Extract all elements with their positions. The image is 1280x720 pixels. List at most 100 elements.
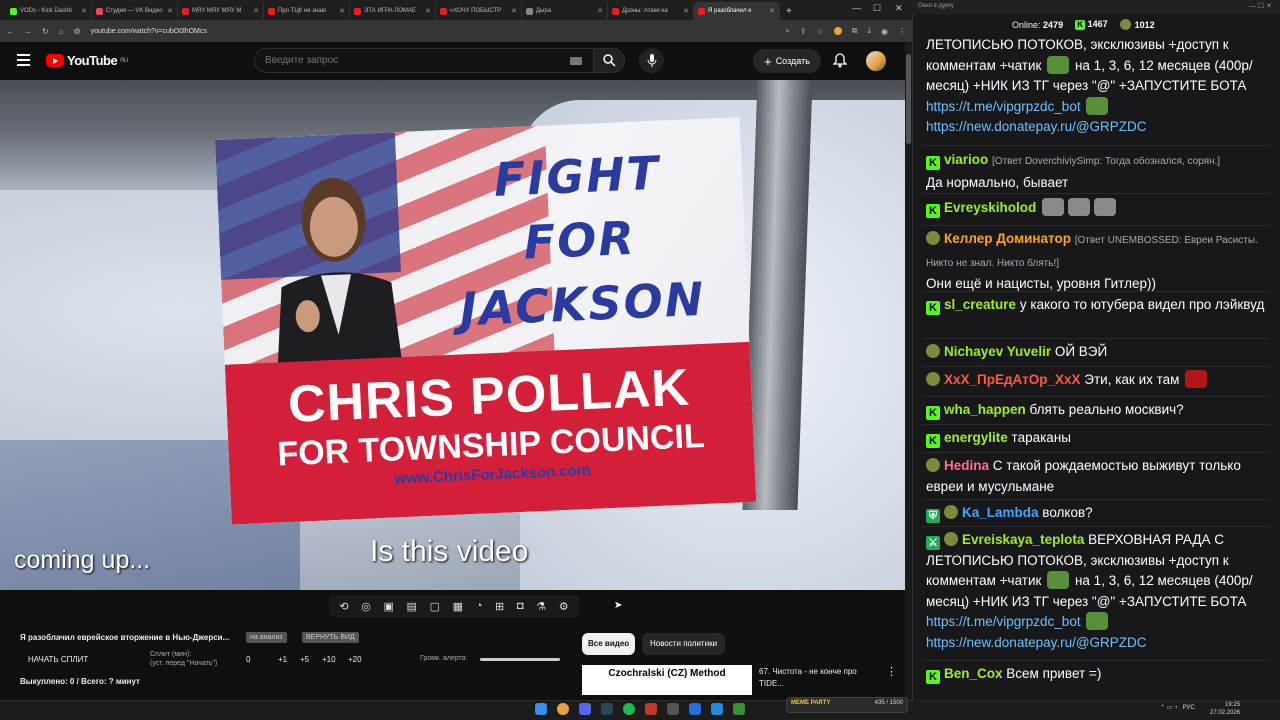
chat-username[interactable]: Evreiskaya_teplota bbox=[962, 532, 1084, 547]
chat-window-controls[interactable]: — ☐ ✕ bbox=[1249, 2, 1272, 10]
discord-icon[interactable] bbox=[579, 703, 591, 715]
chat-username[interactable]: energylite bbox=[944, 430, 1008, 445]
app-icon[interactable] bbox=[667, 703, 679, 715]
share-icon[interactable]: ⇪ bbox=[800, 27, 807, 36]
app-icon[interactable] bbox=[733, 703, 745, 715]
spotify-icon[interactable] bbox=[623, 703, 635, 715]
site-info-icon[interactable]: ⚙ bbox=[74, 27, 81, 36]
chat-username[interactable]: Келлер Доминатор bbox=[944, 231, 1071, 246]
message-link[interactable]: https://new.donatepay.ru/@GRPZDC bbox=[926, 119, 1147, 134]
close-icon[interactable]: ✕ bbox=[425, 7, 431, 15]
search-button[interactable] bbox=[593, 48, 625, 73]
chat-username[interactable]: XxX_ПрЕдАтОр_XxX bbox=[944, 372, 1081, 387]
chat-username[interactable]: Hedina bbox=[944, 458, 989, 473]
browser-tab-active[interactable]: Я разоблачил е ✕ bbox=[694, 2, 780, 20]
speed-icon[interactable]: ◔ bbox=[476, 600, 483, 612]
close-icon[interactable]: ✕ bbox=[597, 7, 603, 15]
filter-chip-politics[interactable]: Новости политики bbox=[642, 633, 726, 655]
browser-tab[interactable]: Дыра ✕ bbox=[522, 2, 608, 20]
telegram-icon[interactable] bbox=[711, 703, 723, 715]
browser-tab[interactable]: Про ТЦК не знаю ✕ bbox=[264, 2, 350, 20]
film-icon[interactable]: ▤ bbox=[407, 600, 417, 613]
recommended-menu-button[interactable]: ⋮ bbox=[886, 665, 897, 678]
close-icon[interactable]: ✕ bbox=[167, 7, 173, 15]
split-add-10-button[interactable]: +10 bbox=[322, 655, 336, 664]
profile-icon[interactable]: ◉ bbox=[881, 27, 888, 36]
window-close-button[interactable]: ✕ bbox=[895, 3, 903, 14]
grid-icon[interactable]: ▦ bbox=[453, 600, 463, 613]
notifications-bell-icon[interactable] bbox=[832, 53, 848, 73]
browser-tab[interactable]: Студия — VK Видео ✕ bbox=[92, 2, 178, 20]
add-icon[interactable]: ⊞ bbox=[495, 600, 504, 613]
split-add-5-button[interactable]: +5 bbox=[300, 655, 309, 664]
recommended-thumbnail[interactable]: Czochralski (CZ) Method bbox=[582, 665, 752, 695]
restore-view-chip[interactable]: ВЕРНУТЬ ВИД bbox=[302, 632, 359, 643]
close-icon[interactable]: ✕ bbox=[339, 7, 345, 15]
browser-tab[interactable]: Дроны: Атаки на ✕ bbox=[608, 2, 694, 20]
browser-tab[interactable]: VODs - Kick Dashb ✕ bbox=[6, 2, 92, 20]
tray-chevron-icon[interactable]: ⌃ bbox=[1160, 705, 1165, 711]
browser-tab[interactable]: ЭТА ИГРА ЛОМАЕ ✕ bbox=[350, 2, 436, 20]
menu-dots-icon[interactable]: ⋮ bbox=[898, 27, 906, 36]
close-icon[interactable]: ✕ bbox=[511, 7, 517, 15]
app-icon[interactable] bbox=[689, 703, 701, 715]
chat-username[interactable]: Nichayev Yuvelir bbox=[944, 344, 1051, 359]
zoom-icon[interactable]: ⌕ bbox=[785, 26, 789, 36]
back-icon[interactable]: ← bbox=[6, 27, 14, 36]
keyboard-icon[interactable] bbox=[570, 57, 582, 65]
youtube-logo[interactable]: YouTube RU bbox=[46, 53, 128, 68]
search-input[interactable] bbox=[254, 48, 594, 73]
meme-party-widget[interactable]: MEME PARTY 435 / 1500 bbox=[786, 697, 908, 713]
system-tray[interactable]: ⌃ ▭ ◔ РУС bbox=[1160, 704, 1195, 711]
bookmark-star-icon[interactable]: ☆ bbox=[817, 27, 824, 36]
chat-username[interactable]: Evreyskiholod bbox=[944, 200, 1036, 215]
split-add-20-button[interactable]: +20 bbox=[348, 655, 362, 664]
chat-username[interactable]: viarioo bbox=[944, 152, 988, 167]
browser-tab[interactable]: MЯУ MЯУ MЯУ M ✕ bbox=[178, 2, 264, 20]
create-button[interactable]: + Создать bbox=[753, 49, 821, 73]
chrome-icon[interactable] bbox=[557, 703, 569, 715]
close-icon[interactable]: ✕ bbox=[253, 7, 259, 15]
message-link[interactable]: https://t.me/vipgrpzdc_bot bbox=[926, 99, 1081, 114]
loop-icon[interactable]: ⟲ bbox=[339, 600, 348, 613]
close-icon[interactable]: ✕ bbox=[769, 7, 775, 15]
video-player[interactable]: FIGHT FOR JACKSON CHRIS POLLAK FOR TOWNS… bbox=[0, 80, 905, 590]
home-icon[interactable]: ⌂ bbox=[59, 27, 64, 36]
voice-search-button[interactable] bbox=[639, 48, 664, 73]
extension-icon[interactable] bbox=[833, 27, 842, 35]
analysis-chip[interactable]: на анализ bbox=[246, 632, 287, 643]
app-icon[interactable] bbox=[645, 703, 657, 715]
split-add-1-button[interactable]: +1 bbox=[278, 655, 287, 664]
screenshot-icon[interactable]: ◘ bbox=[517, 600, 524, 612]
start-split-button[interactable]: НАЧАТЬ СПЛИТ bbox=[28, 655, 88, 664]
reload-icon[interactable]: ↻ bbox=[42, 27, 49, 36]
browser-tab[interactable]: «ХОЧУ ПОБЫСТР ✕ bbox=[436, 2, 522, 20]
chat-username[interactable]: sl_creature bbox=[944, 297, 1016, 312]
pip-icon[interactable]: ▣ bbox=[383, 600, 393, 613]
filter-chip-all[interactable]: Все видео bbox=[582, 633, 636, 655]
recommended-title[interactable]: 67. Чистота - не конче про TIDE... bbox=[759, 666, 879, 690]
chat-username[interactable]: Ben_Cox bbox=[944, 666, 1003, 681]
filter-icon[interactable]: ⚗ bbox=[536, 600, 546, 613]
chat-username[interactable]: Ka_Lambda bbox=[962, 505, 1039, 520]
system-clock[interactable]: 19:25 27.02.2026 bbox=[1210, 701, 1240, 717]
hamburger-menu-icon[interactable] bbox=[17, 54, 30, 66]
forward-icon[interactable]: → bbox=[24, 27, 32, 36]
avatar[interactable] bbox=[866, 51, 886, 71]
chat-username[interactable]: wha_happen bbox=[944, 402, 1026, 417]
new-tab-button[interactable]: + bbox=[786, 6, 792, 17]
close-icon[interactable]: ✕ bbox=[81, 7, 87, 15]
windows-start-icon[interactable] bbox=[535, 703, 547, 715]
extensions-icon[interactable]: ⧉ bbox=[852, 26, 858, 36]
alert-volume-slider[interactable] bbox=[480, 658, 560, 661]
download-icon[interactable]: ⤓ bbox=[867, 26, 871, 36]
minimize-button[interactable]: — bbox=[852, 3, 861, 13]
close-icon[interactable]: ✕ bbox=[683, 7, 689, 15]
input-language[interactable]: РУС bbox=[1183, 705, 1195, 711]
scrollbar-thumb[interactable] bbox=[906, 54, 911, 144]
audio-icon[interactable]: ◎ bbox=[361, 600, 371, 613]
settings-gear-icon[interactable]: ⚙ bbox=[559, 600, 569, 613]
frame-icon[interactable]: ▢ bbox=[430, 600, 440, 613]
maximize-button[interactable]: ☐ bbox=[873, 3, 881, 14]
url-field[interactable]: youtube.com/watch?v=cubO0lhOMcs bbox=[91, 28, 207, 35]
